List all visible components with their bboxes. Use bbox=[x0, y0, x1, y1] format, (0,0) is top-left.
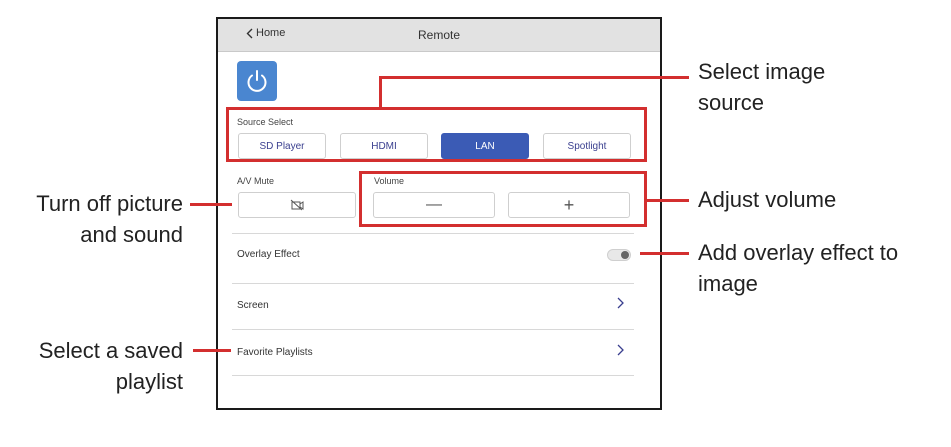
chevron-right-icon[interactable] bbox=[617, 297, 624, 309]
callout-line: Select a saved bbox=[38, 338, 183, 363]
callout-line: Select image bbox=[698, 59, 826, 84]
leader-line bbox=[646, 199, 689, 202]
callout-playlist: Select a saved playlist bbox=[39, 335, 183, 397]
callout-line: Add overlay effect to bbox=[698, 240, 899, 265]
callout-source: Select image source bbox=[698, 56, 825, 118]
leader-line bbox=[640, 252, 689, 255]
leader-line bbox=[379, 76, 689, 79]
leader-line bbox=[193, 349, 231, 352]
chevron-right-icon[interactable] bbox=[617, 344, 624, 356]
page-title: Remote bbox=[417, 28, 461, 42]
screen-row-label: Screen bbox=[237, 300, 269, 311]
callout-overlay: Add overlay effect to image bbox=[698, 237, 898, 299]
callout-line: and sound bbox=[80, 222, 183, 247]
callout-line: Turn off picture bbox=[36, 191, 183, 216]
overlay-effect-label: Overlay Effect bbox=[237, 249, 300, 260]
av-mute-icon bbox=[290, 199, 304, 211]
callout-line: image bbox=[698, 271, 758, 296]
power-button[interactable] bbox=[237, 61, 277, 101]
favorite-playlists-label: Favorite Playlists bbox=[237, 347, 313, 358]
volume-highlight bbox=[359, 171, 647, 227]
toggle-knob bbox=[621, 251, 629, 259]
nav-bar: Home Remote bbox=[218, 19, 660, 52]
divider bbox=[232, 283, 634, 284]
divider bbox=[232, 329, 634, 330]
power-icon bbox=[247, 70, 267, 92]
av-mute-label: A/V Mute bbox=[237, 176, 275, 186]
divider bbox=[232, 375, 634, 376]
callout-line: playlist bbox=[115, 369, 183, 394]
callout-line: source bbox=[698, 90, 765, 115]
callout-line: Adjust volume bbox=[698, 187, 837, 212]
leader-line bbox=[190, 203, 232, 206]
callout-mute: Turn off picture and sound bbox=[36, 188, 183, 250]
callout-volume: Adjust volume bbox=[698, 184, 836, 215]
source-select-highlight bbox=[226, 107, 647, 162]
leader-line bbox=[379, 78, 382, 108]
av-mute-button[interactable] bbox=[238, 192, 356, 218]
divider bbox=[232, 233, 634, 234]
overlay-effect-toggle[interactable] bbox=[607, 249, 631, 261]
